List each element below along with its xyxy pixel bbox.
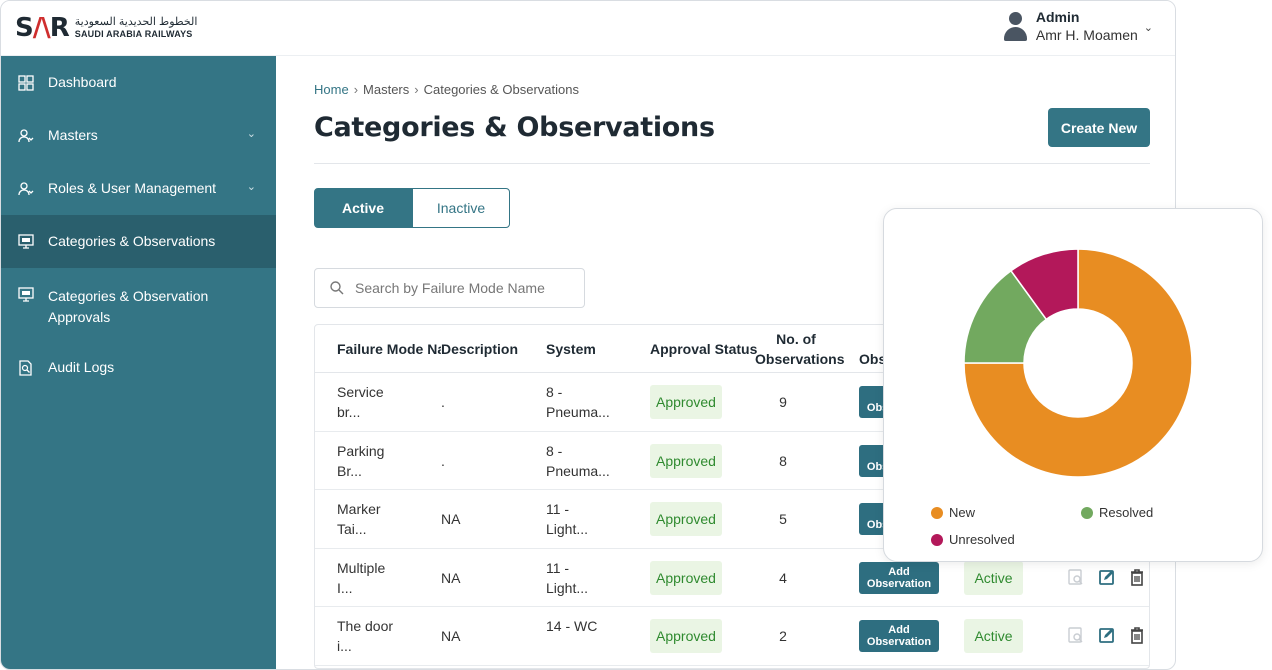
search-input[interactable]	[355, 280, 575, 296]
legend-item-new[interactable]: New	[931, 505, 975, 520]
status-badge: Active	[964, 560, 1023, 595]
sidebar-item-categories[interactable]: Categories & Observations	[1, 215, 276, 268]
status-badge: Approved	[650, 385, 722, 419]
header-description[interactable]: Description	[441, 341, 519, 357]
cell-observation-count: 4	[779, 569, 787, 586]
monitor-icon	[17, 286, 35, 304]
cell-system: 8 - Pneuma...	[546, 384, 610, 420]
edit-icon[interactable]	[1098, 568, 1116, 586]
add-observation-button[interactable]: AddObservation	[859, 561, 939, 594]
chevron-down-icon[interactable]: ⌄	[247, 180, 256, 193]
sidebar-item-label: Audit Logs	[48, 359, 115, 375]
cell-description: NA	[441, 511, 461, 527]
breadcrumb-masters-link[interactable]: Masters	[363, 82, 409, 97]
cell-system: 14 - WC	[546, 618, 598, 634]
cell-failure-mode[interactable]: The door i...	[337, 616, 427, 656]
legend-label: Resolved	[1099, 505, 1154, 520]
logo-english-name: SAUDI ARABIA RAILWAYS	[74, 29, 193, 39]
cell-system: 11 - Light...	[546, 501, 589, 537]
user-name: Amr H. Moamen	[1035, 27, 1138, 43]
user-menu[interactable]: Admin Amr H. Moamen ⌄	[1003, 9, 1153, 44]
legend-label: New	[949, 505, 976, 520]
cell-failure-mode[interactable]: Parking Br...	[337, 441, 427, 481]
cell-observation-count: 2	[779, 628, 787, 644]
cell-system: 8 - Pneuma...	[546, 442, 610, 479]
sidebar-item-dashboard[interactable]: Dashboard	[1, 56, 276, 109]
table-row: The door i... NA 14 - WC Approved 2 Add Observa…	[315, 607, 1149, 666]
cell-failure-mode[interactable]: Service br...	[337, 382, 427, 422]
document-search-icon	[17, 359, 35, 377]
cell-description: .	[441, 452, 445, 469]
status-tabs: Active Inactive	[314, 188, 510, 228]
create-new-button[interactable]: Create New	[1048, 108, 1150, 147]
add-observation-button[interactable]: AddObservation	[859, 620, 939, 652]
status-badge: Approved	[650, 560, 722, 595]
divider	[314, 163, 1150, 164]
sidebar-item-roles[interactable]: Roles & User Management ⌄	[1, 162, 276, 215]
legend-item-unresolved[interactable]: Unresolved	[931, 532, 1015, 547]
user-avatar-icon	[1003, 12, 1029, 44]
grid-icon	[17, 74, 35, 92]
sidebar-item-label: Categories & Observations	[48, 233, 216, 249]
view-icon[interactable]	[1067, 626, 1085, 644]
header-observations[interactable]: No. of Observations	[755, 331, 844, 367]
breadcrumb-separator: ›	[414, 82, 419, 97]
sidebar-item-label: Categories & Observation Approvals	[48, 288, 209, 325]
legend-item-resolved[interactable]: Resolved	[1081, 505, 1153, 520]
sidebar: Dashboard Masters ⌄ Roles & User Managem…	[1, 56, 276, 669]
status-badge: Approved	[650, 619, 722, 653]
view-icon[interactable]	[1067, 568, 1085, 586]
header-system[interactable]: System	[546, 341, 596, 357]
monitor-icon	[17, 233, 35, 251]
cell-observation-count: 8	[779, 452, 787, 469]
sidebar-item-label: Roles & User Management	[48, 180, 217, 196]
header-approval-status[interactable]: Approval Status	[650, 341, 757, 357]
users-icon	[17, 127, 35, 145]
cell-description: NA	[441, 569, 461, 586]
status-badge: Approved	[650, 502, 722, 536]
donut-chart	[963, 248, 1193, 478]
sidebar-item-masters[interactable]: Masters ⌄	[1, 109, 276, 162]
sidebar-item-label: Masters	[48, 127, 98, 143]
legend-swatch	[931, 506, 943, 519]
chevron-down-icon[interactable]: ⌄	[247, 127, 256, 140]
trash-icon[interactable]	[1128, 626, 1146, 644]
cell-observation-count: 5	[779, 511, 787, 527]
breadcrumb: Home › Masters › Categories & Observations	[314, 82, 579, 97]
sidebar-item-approvals[interactable]: Categories & Observation Approvals	[1, 268, 276, 341]
cell-description: .	[441, 394, 445, 410]
chevron-down-icon[interactable]: ⌄	[1144, 21, 1153, 34]
legend-label: Unresolved	[949, 532, 1015, 547]
tab-inactive[interactable]: Inactive	[412, 188, 510, 228]
logo-arabic-name: الخطوط الحديدية السعودية	[74, 16, 198, 28]
user-role: Admin	[1035, 9, 1080, 25]
cell-failure-mode[interactable]: Multiple I...	[337, 558, 427, 598]
cell-description: NA	[441, 628, 461, 644]
logo-mark: S/\R	[15, 13, 70, 43]
status-badge: Active	[964, 619, 1023, 653]
cell-observation-count: 9	[779, 394, 787, 410]
status-badge: Approved	[650, 443, 722, 478]
page-title: Categories & Observations	[314, 112, 715, 143]
legend-swatch	[931, 533, 943, 546]
cell-failure-mode[interactable]: Marker Tai...	[337, 499, 427, 539]
legend-swatch	[1081, 506, 1093, 519]
sidebar-item-audit-logs[interactable]: Audit Logs	[1, 341, 276, 394]
tab-active[interactable]: Active	[314, 188, 412, 228]
sidebar-item-label: Dashboard	[48, 74, 117, 90]
logo-text: الخطوط الحديدية السعودية SAUDI ARABIA RA…	[75, 16, 198, 40]
breadcrumb-current: Categories & Observations	[423, 82, 579, 97]
users-icon	[17, 180, 35, 198]
trash-icon[interactable]	[1128, 568, 1146, 586]
cell-system: 11 - Light...	[546, 559, 589, 596]
top-header: S/\R الخطوط الحديدية السعودية SAUDI ARAB…	[1, 1, 1175, 56]
edit-icon[interactable]	[1098, 626, 1116, 644]
search-icon	[330, 281, 344, 295]
breadcrumb-separator: ›	[353, 82, 359, 97]
observations-chart-card: New Resolved Unresolved	[883, 208, 1263, 562]
breadcrumb-home-link[interactable]: Home	[314, 82, 349, 97]
brand-logo[interactable]: S/\R الخطوط الحديدية السعودية SAUDI ARAB…	[15, 13, 197, 43]
search-box[interactable]	[314, 268, 585, 308]
